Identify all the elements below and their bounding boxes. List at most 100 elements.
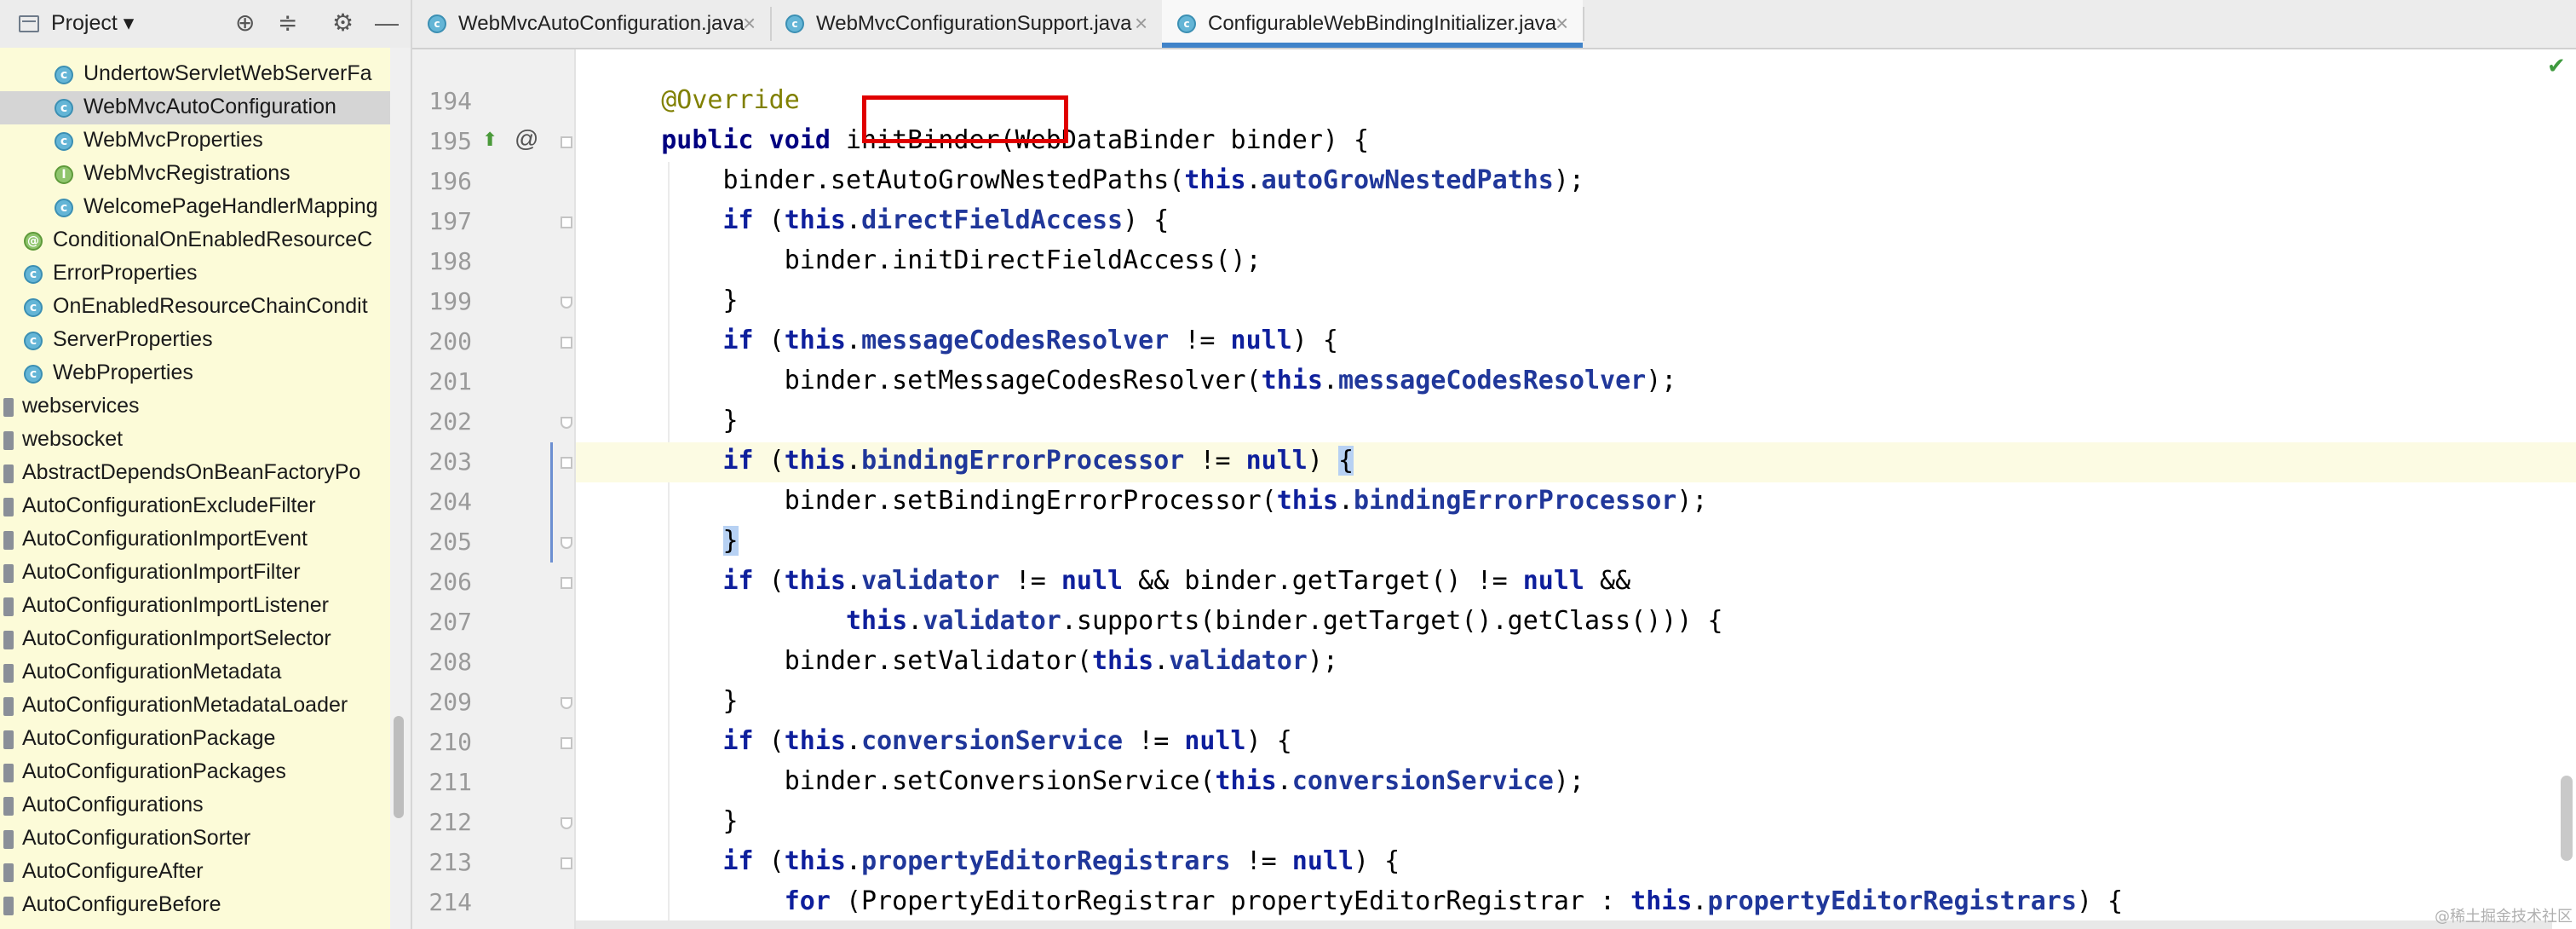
hide-panel-icon[interactable]: — — [375, 10, 399, 36]
code-line[interactable]: this.validator.supports(binder.getTarget… — [576, 603, 2576, 643]
tree-item-label: AbstractDependsOnBeanFactoryPo — [22, 460, 361, 484]
tree-item[interactable]: websocket — [0, 424, 390, 457]
tree-item[interactable]: AutoConfigurationExcludeFilter — [0, 490, 390, 523]
editor-scroll-thumb[interactable] — [2561, 776, 2573, 861]
package-icon — [3, 398, 14, 417]
code-token: if — [722, 846, 754, 876]
code-line[interactable]: if (this.messageCodesResolver != null) { — [576, 322, 2576, 362]
editor-tab-label: ConfigurableWebBindingInitializer.java — [1208, 12, 1557, 35]
code-line[interactable]: if (this.validator != null && binder.get… — [576, 563, 2576, 603]
code-line[interactable]: } — [576, 683, 2576, 723]
code-line[interactable]: binder.setMessageCodesResolver(this.mess… — [576, 362, 2576, 402]
editor-tab-label: WebMvcAutoConfiguration.java — [458, 12, 745, 35]
implements-marker-icon[interactable]: ⬆ — [482, 129, 497, 151]
close-tab-icon[interactable]: × — [1555, 10, 1568, 37]
code-line[interactable]: } — [576, 402, 2576, 442]
tree-item[interactable]: AutoConfigureBefore — [0, 889, 390, 922]
tree-item[interactable]: c ServerProperties — [0, 324, 390, 357]
tree-item[interactable]: AutoConfigureAfter — [0, 856, 390, 889]
code-token: . — [1245, 165, 1262, 195]
project-view-selector[interactable]: Project ▾ — [51, 10, 134, 36]
code-line[interactable]: if (this.directFieldAccess) { — [576, 202, 2576, 242]
code-line[interactable]: } — [576, 803, 2576, 843]
code-token: validator — [923, 606, 1061, 636]
locate-icon[interactable]: ⊕ — [235, 10, 255, 36]
code-token: } — [600, 406, 739, 436]
code-line[interactable]: if (this.propertyEditorRegistrars != nul… — [576, 843, 2576, 883]
collapse-all-icon[interactable]: ≑ — [278, 10, 297, 36]
editor-horizontal-scrollbar[interactable] — [576, 920, 2552, 929]
tree-item[interactable]: I WebMvcRegistrations — [0, 158, 390, 191]
code-token: this — [1261, 366, 1323, 395]
fold-marker-icon[interactable] — [561, 136, 572, 148]
tree-item[interactable]: AbstractDependsOnBeanFactoryPo — [0, 457, 390, 490]
code-line[interactable]: binder.setValidator(this.validator); — [576, 643, 2576, 683]
code-token: . — [846, 326, 862, 355]
code-line[interactable]: } — [576, 282, 2576, 322]
tree-item-label: AutoConfigureAfter — [22, 859, 204, 883]
code-token: ( — [753, 205, 785, 235]
editor-tab[interactable]: c WebMvcAutoConfiguration.java × — [412, 0, 770, 48]
tree-item[interactable]: c UndertowServletWebServerFa — [0, 58, 390, 91]
code-line[interactable]: binder.setAutoGrowNestedPaths(this.autoG… — [576, 162, 2576, 202]
tree-item[interactable]: c WelcomePageHandlerMapping — [0, 191, 390, 224]
code-line[interactable]: if (this.conversionService != null) { — [576, 723, 2576, 763]
tree-item[interactable]: c WebMvcProperties — [0, 124, 390, 158]
fold-marker-icon[interactable] — [561, 857, 572, 869]
class-file-icon: c — [428, 14, 446, 33]
inspection-ok-icon[interactable]: ✔ — [2547, 53, 2566, 79]
tree-item[interactable]: webservices — [0, 390, 390, 424]
project-tree-scroll-thumb[interactable] — [394, 716, 404, 818]
tree-item[interactable]: AutoConfigurationPackages — [0, 756, 390, 789]
tree-item[interactable]: c WebMvcAutoConfiguration — [0, 91, 390, 124]
tree-item[interactable]: AutoConfigurations — [0, 789, 390, 822]
tree-item[interactable]: c OnEnabledResourceChainCondit — [0, 291, 390, 324]
tree-item[interactable]: c ErrorProperties — [0, 257, 390, 291]
tree-item[interactable]: AutoConfigurationImportFilter — [0, 557, 390, 590]
fold-marker-icon[interactable] — [561, 537, 572, 549]
code-line[interactable]: binder.setConversionService(this.convers… — [576, 763, 2576, 803]
fold-marker-icon[interactable] — [561, 577, 572, 589]
code-token: ) { — [1245, 726, 1292, 756]
editor-tab[interactable]: c WebMvcConfigurationSupport.java × — [770, 0, 1162, 48]
code-editor[interactable]: @Override public void initBinder(WebData… — [576, 49, 2576, 929]
tree-item-label: AutoConfigureBefore — [22, 892, 221, 916]
code-line[interactable]: } — [576, 522, 2576, 563]
fold-marker-icon[interactable] — [561, 216, 572, 228]
tree-item[interactable]: @ ConditionalOnEnabledResourceC — [0, 224, 390, 257]
tree-item[interactable]: AutoConfigurationMetadata — [0, 656, 390, 690]
tree-item[interactable]: AutoConfigurationSorter — [0, 822, 390, 856]
tree-item[interactable]: AutoConfigurationMetadataLoader — [0, 690, 390, 723]
fold-marker-icon[interactable] — [561, 297, 572, 309]
close-tab-icon[interactable]: × — [743, 10, 756, 37]
gear-icon[interactable]: ⚙ — [332, 10, 354, 36]
tree-item[interactable]: c WebProperties — [0, 357, 390, 390]
tree-item[interactable]: AutoConfigurationImportEvent — [0, 523, 390, 557]
tree-item[interactable]: AutoConfigurationImportSelector — [0, 623, 390, 656]
fold-marker-icon[interactable] — [561, 337, 572, 349]
fold-marker-icon[interactable] — [561, 457, 572, 469]
code-token: } — [722, 526, 739, 556]
close-tab-icon[interactable]: × — [1135, 10, 1147, 37]
fold-marker-icon[interactable] — [561, 817, 572, 829]
annotation-marker-icon[interactable]: @ — [515, 125, 538, 153]
code-token: null — [1245, 446, 1308, 476]
tree-item[interactable]: AutoConfigurationPackage — [0, 723, 390, 756]
fold-marker-icon[interactable] — [561, 417, 572, 429]
code-token: . — [846, 205, 862, 235]
editor-tab[interactable]: c ConfigurableWebBindingInitializer.java × — [1162, 0, 1583, 48]
fold-marker-icon[interactable] — [561, 737, 572, 749]
annotation-icon: @ — [24, 232, 43, 251]
fold-marker-icon[interactable] — [561, 697, 572, 709]
editor-gutter: 194 195 ⬆ @196 197 198 199 200 201 202 203 204 205 20… — [412, 49, 576, 929]
code-token: . — [846, 566, 862, 596]
code-line[interactable]: if (this.bindingErrorProcessor != null) … — [576, 442, 2576, 482]
code-line[interactable]: binder.initDirectFieldAccess(); — [576, 242, 2576, 282]
highlight-annotation-box — [862, 95, 1068, 143]
code-line[interactable]: binder.setBindingErrorProcessor(this.bin… — [576, 482, 2576, 522]
tree-item-label: AutoConfigurationImportFilter — [22, 560, 301, 584]
tree-item[interactable]: AutoConfigurationImportListener — [0, 590, 390, 623]
code-line[interactable]: for (PropertyEditorRegistrar propertyEdi… — [576, 883, 2576, 923]
code-token: null — [1291, 846, 1354, 876]
